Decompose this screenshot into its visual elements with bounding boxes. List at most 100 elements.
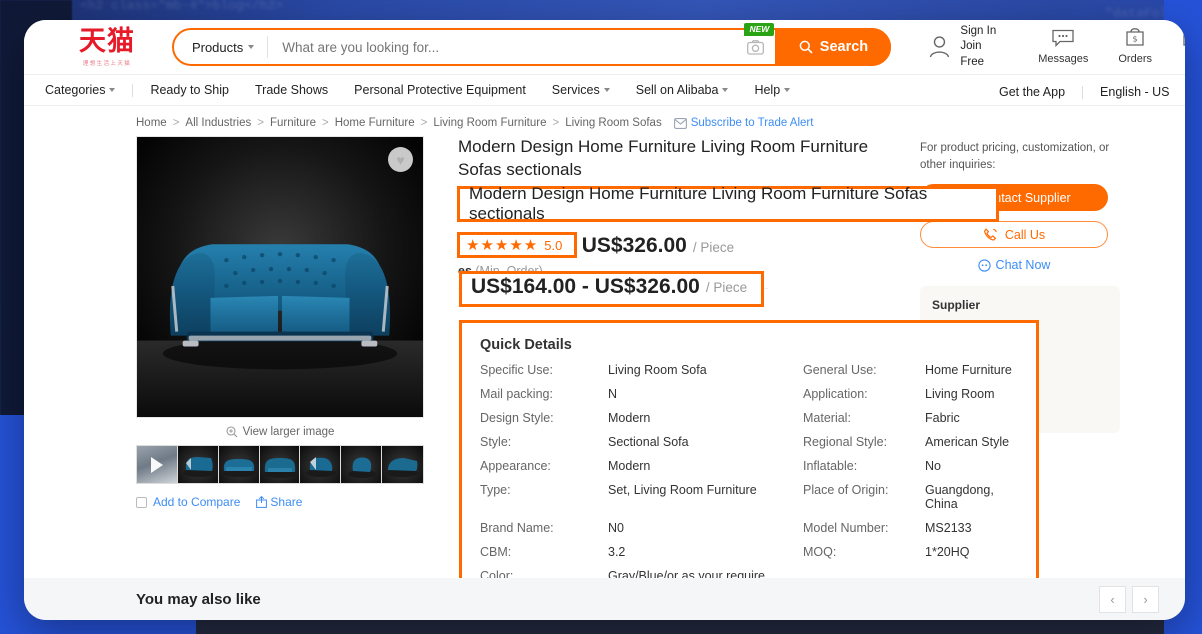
thumbnail-4[interactable] <box>300 446 342 483</box>
qd-value: Home Furniture <box>925 363 1012 377</box>
search-button-label: Search <box>819 39 869 55</box>
thumbnail-6[interactable] <box>382 446 424 483</box>
breadcrumb-separator: > <box>172 117 180 129</box>
header-icons: Sign In Join Free Messages $ Orders <box>927 24 1185 71</box>
nav-right-group: Get the App English - US <box>972 81 1185 99</box>
image-search-button[interactable]: NEW <box>735 22 775 55</box>
site-logo[interactable]: 天猫 理想生活上天猫 <box>64 28 150 67</box>
thumbnail-2[interactable] <box>218 446 260 483</box>
chevron-down-icon <box>784 88 791 92</box>
play-icon <box>150 456 163 473</box>
quick-details-grid: Specific Use: Living Room Sofa General U… <box>480 363 1018 583</box>
share-button[interactable]: Share <box>256 495 302 509</box>
qd-key: Brand Name: <box>480 521 554 535</box>
chat-now-button[interactable]: Chat Now <box>920 258 1108 272</box>
sign-in-button[interactable]: Sign In Join Free <box>927 24 1008 71</box>
messages-button[interactable]: Messages <box>1038 29 1088 65</box>
nav-item-ppe[interactable]: Personal Protective Equipment <box>341 83 539 97</box>
logo-subtitle: 理想生活上天猫 <box>82 60 132 67</box>
breadcrumb-item-all-industries[interactable]: All Industries <box>185 117 251 129</box>
nav-item-ready-to-ship[interactable]: Ready to Ship <box>137 83 242 97</box>
nav-item-sell-on-alibaba[interactable]: Sell on Alibaba <box>623 83 742 97</box>
breadcrumb-item-living-room-sofas[interactable]: Living Room Sofas <box>565 117 662 129</box>
supplier-card-title: Supplier <box>932 298 981 313</box>
breadcrumb-separator: > <box>257 117 264 129</box>
nav-label-sell-on-alibaba: Sell on Alibaba <box>635 83 719 97</box>
orders-icon: $ <box>1125 28 1145 51</box>
qd-key: Place of Origin: <box>803 483 889 497</box>
qd-value: Living Room <box>925 387 995 401</box>
call-us-label: Call Us <box>1004 227 1046 242</box>
sofa-illustration <box>137 137 423 417</box>
breadcrumb-item-home[interactable]: Home <box>136 117 167 129</box>
new-badge: NEW <box>744 22 775 36</box>
annotation-rating-stars: ★★★★★ <box>466 237 539 254</box>
search-category-select[interactable]: Products <box>174 36 269 58</box>
thumbnail-3[interactable] <box>259 446 301 483</box>
qd-value: Fabric <box>925 411 960 425</box>
you-may-also-like-bar: You may also like ‹ › <box>24 578 1185 620</box>
thumbnail-5[interactable] <box>341 446 383 483</box>
add-to-compare-checkbox[interactable]: Add to Compare <box>136 495 240 509</box>
qd-value: No <box>925 459 941 473</box>
chevron-left-icon[interactable]: ‹ <box>1099 585 1126 613</box>
chevron-down-icon <box>603 88 610 92</box>
chat-now-label: Chat Now <box>995 258 1051 273</box>
user-icon <box>930 36 950 58</box>
search-button[interactable]: Search <box>775 28 892 66</box>
nav-label-ppe: Personal Protective Equipment <box>354 83 526 97</box>
nav-label-help: Help <box>754 83 781 97</box>
qd-key: Style: <box>480 435 512 449</box>
quick-details-panel: Quick Details Specific Use: Living Room … <box>459 320 1039 602</box>
cart-button[interactable]: C <box>1182 28 1185 65</box>
product-main-image[interactable]: ♥ <box>136 136 424 418</box>
search-input[interactable] <box>268 39 736 55</box>
subscribe-trade-alert-label: Subscribe to Trade Alert <box>690 117 814 129</box>
breadcrumb-item-furniture[interactable]: Furniture <box>270 117 316 129</box>
qd-value: Modern <box>608 459 651 473</box>
orders-button[interactable]: $ Orders <box>1118 28 1152 65</box>
thumbnail-video[interactable] <box>137 446 178 483</box>
qd-value: Set, Living Room Furniture <box>608 483 757 497</box>
view-larger-image-label: View larger image <box>242 426 335 438</box>
get-the-app-link[interactable]: Get the App <box>986 85 1078 99</box>
join-free-label: Join Free <box>960 40 985 68</box>
nav-item-categories[interactable]: Categories <box>32 83 128 97</box>
qd-key: CBM: <box>480 545 512 559</box>
call-us-button[interactable]: Call Us <box>920 221 1108 249</box>
thumbnail-1[interactable] <box>177 446 219 483</box>
nav-item-trade-shows[interactable]: Trade Shows <box>242 83 341 97</box>
language-selector[interactable]: English - US <box>1087 85 1182 99</box>
breadcrumb-separator: > <box>420 117 428 129</box>
subscribe-trade-alert-link[interactable]: Subscribe to Trade Alert <box>673 117 814 129</box>
nav-divider <box>132 83 134 97</box>
product-price-unit: / Piece <box>692 239 735 255</box>
camera-icon <box>747 39 764 55</box>
heart-icon[interactable]: ♥ <box>388 147 413 172</box>
breadcrumb-item-living-room-furniture[interactable]: Living Room Furniture <box>433 117 546 129</box>
you-may-also-like-title: You may also like <box>136 590 261 608</box>
gallery-footer: Add to Compare Share <box>136 484 436 509</box>
bell-mail-icon <box>673 117 687 129</box>
qd-key: Regional Style: <box>803 435 888 449</box>
qd-key: Application: <box>803 387 868 401</box>
annotation-box-title: Modern Design Home Furniture Living Room… <box>457 184 999 223</box>
checkbox-icon <box>136 496 147 508</box>
chevron-right-icon[interactable]: › <box>1132 585 1159 613</box>
qd-value: 1*20HQ <box>925 545 970 559</box>
view-larger-image-button[interactable]: View larger image <box>136 418 424 445</box>
annotation-box-price: US$164.00 - US$326.00 / Piece <box>459 271 764 307</box>
breadcrumb-item-home-furniture[interactable]: Home Furniture <box>335 117 415 129</box>
nav-item-services[interactable]: Services <box>539 83 623 97</box>
search-category-label: Products <box>191 39 244 55</box>
nav-item-help[interactable]: Help <box>741 83 803 97</box>
search-bar: Products NEW Search <box>171 22 892 66</box>
search-icon <box>799 40 813 54</box>
breadcrumb-separator: > <box>322 117 329 129</box>
inquiry-text: For product pricing, customization, or o… <box>920 142 1110 171</box>
orders-label: Orders <box>1118 53 1152 66</box>
share-icon <box>256 496 268 508</box>
nav-label-trade-shows: Trade Shows <box>254 83 329 97</box>
qd-value: 3.2 <box>608 545 626 559</box>
qd-key: Material: <box>803 411 851 425</box>
